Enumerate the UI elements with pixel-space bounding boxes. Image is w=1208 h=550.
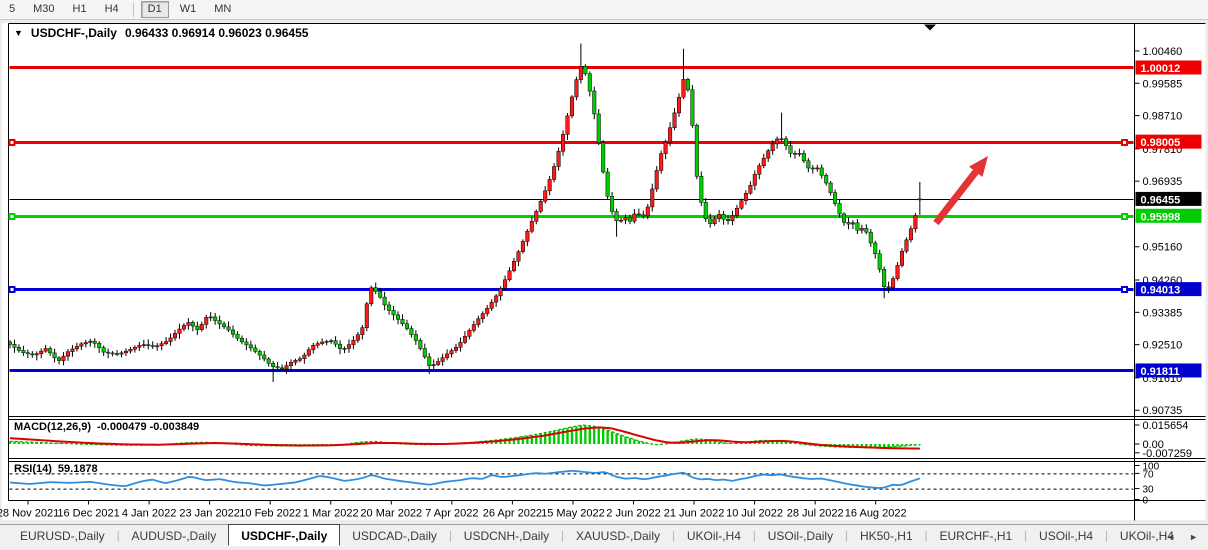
price-tick-label: 0.92510 — [1143, 340, 1183, 352]
timeframe-button-MN[interactable]: MN — [207, 1, 238, 18]
rsi-tick-label: 0 — [1143, 496, 1149, 507]
tab-scroll-buttons: ◄► — [1166, 525, 1198, 548]
date-label: 16 Dec 2021 — [57, 508, 119, 520]
timeframe-button-D1[interactable]: D1 — [141, 1, 169, 18]
rsi-name: RSI(14) — [14, 463, 52, 475]
trading-terminal-window: 1.004600.995850.987100.978100.969350.951… — [0, 0, 1208, 550]
timeframe-button-M30[interactable]: M30 — [26, 1, 61, 18]
tab-scroll-left-button[interactable]: ◄ — [1166, 532, 1175, 542]
timeframe-button-H4[interactable]: H4 — [98, 1, 126, 18]
date-label: 10 Feb 2022 — [239, 508, 301, 520]
hline-handle-center — [11, 141, 14, 144]
price-tick-label: 0.93385 — [1143, 307, 1183, 319]
chart-tabs-bar: EURUSD-,Daily|AUDUSD-,DailyUSDCHF-,Daily… — [0, 524, 1208, 547]
chart-background — [2, 23, 1206, 520]
chart-tab-UKOil-H4[interactable]: UKOil-,H4 — [675, 527, 753, 545]
tab-scroll-right-button[interactable]: ► — [1189, 532, 1198, 542]
date-label: 2 Jun 2022 — [606, 508, 660, 520]
date-label: 4 Jan 2022 — [122, 508, 176, 520]
date-label: 16 Aug 2022 — [845, 508, 907, 520]
price-badge-text: 0.95998 — [1141, 211, 1181, 223]
symbol-label: USDCHF-,Daily — [31, 26, 117, 40]
date-label: 20 Mar 2022 — [360, 508, 422, 520]
chart-title: ▼ USDCHF-,Daily 0.96433 0.96914 0.96023 … — [14, 26, 308, 40]
macd-name: MACD(12,26,9) — [14, 421, 91, 433]
price-badge-text: 0.96455 — [1141, 194, 1181, 206]
timeframe-button-W1[interactable]: W1 — [173, 1, 204, 18]
price-badge-text: 0.91811 — [1141, 366, 1180, 378]
macd-values: -0.000479 -0.003849 — [97, 421, 199, 433]
hline-handle-center — [11, 288, 14, 291]
rsi-tick-label: 30 — [1143, 485, 1155, 496]
price-tick-label: 0.95160 — [1143, 242, 1183, 254]
timeframe-button-H1[interactable]: H1 — [66, 1, 94, 18]
hline-handle-center — [1123, 215, 1126, 218]
date-label: 26 Apr 2022 — [483, 508, 542, 520]
chart-tab-USDCNH-Daily[interactable]: USDCNH-,Daily — [452, 527, 561, 545]
chart-tab-USDCHF-Daily[interactable]: USDCHF-,Daily — [228, 524, 340, 546]
chart-tab-EURUSD-Daily[interactable]: EURUSD-,Daily — [8, 527, 117, 545]
price-tick-label: 0.99585 — [1143, 78, 1183, 90]
chart-tab-XAUUSD-Daily[interactable]: XAUUSD-,Daily — [564, 527, 672, 545]
date-label: 28 Jul 2022 — [787, 508, 844, 520]
chart-canvas: 1.004600.995850.987100.978100.969350.951… — [0, 0, 1208, 550]
chart-tab-USDCAD-Daily[interactable]: USDCAD-,Daily — [340, 527, 449, 545]
date-label: 1 Mar 2022 — [303, 508, 359, 520]
collapse-arrow-icon[interactable]: ▼ — [14, 28, 23, 38]
hline-handle-center — [1123, 288, 1126, 291]
price-badge-text: 0.98005 — [1141, 137, 1181, 149]
timeframe-button-5[interactable]: 5 — [2, 1, 22, 18]
price-tick-label: 0.98710 — [1143, 111, 1183, 123]
chart-tab-USOil-Daily[interactable]: USOil-,Daily — [756, 527, 845, 545]
rsi-value: 59.1878 — [58, 463, 98, 475]
chart-tab-EURCHF-H1[interactable]: EURCHF-,H1 — [928, 527, 1025, 545]
date-label: 10 Jul 2022 — [726, 508, 783, 520]
chart-tab-USOil-H4[interactable]: USOil-,H4 — [1027, 527, 1105, 545]
date-label: 15 May 2022 — [541, 508, 605, 520]
price-tick-label: 1.00460 — [1143, 46, 1183, 58]
date-label: 21 Jun 2022 — [664, 508, 725, 520]
date-label: 7 Apr 2022 — [425, 508, 478, 520]
timeframe-toolbar: 5M30 H1H4 D1W1MN — [0, 0, 1208, 20]
hline-handle-center — [1123, 141, 1126, 144]
toolbar-separator — [133, 3, 134, 17]
macd-tick-label: -0.007259 — [1143, 448, 1193, 460]
date-label: 28 Nov 2021 — [0, 508, 59, 520]
ohlc-values: 0.96433 0.96914 0.96023 0.96455 — [125, 26, 309, 40]
price-badge-text: 1.00012 — [1141, 63, 1181, 75]
rsi-tick-label: 70 — [1143, 469, 1155, 480]
price-tick-label: 0.90735 — [1143, 405, 1183, 417]
chart-tab-HK50-H1[interactable]: HK50-,H1 — [848, 527, 925, 545]
hline-handle-center — [11, 215, 14, 218]
macd-pane-label: MACD(12,26,9) -0.000479 -0.003849 — [14, 421, 199, 433]
date-label: 23 Jan 2022 — [179, 508, 240, 520]
price-badge-text: 0.94013 — [1141, 285, 1181, 297]
macd-tick-label: 0.015654 — [1143, 420, 1189, 432]
rsi-pane-label: RSI(14) 59.1878 — [14, 463, 98, 475]
chart-tab-AUDUSD-Daily[interactable]: AUDUSD-,Daily — [120, 527, 229, 545]
price-tick-label: 0.96935 — [1143, 176, 1183, 188]
